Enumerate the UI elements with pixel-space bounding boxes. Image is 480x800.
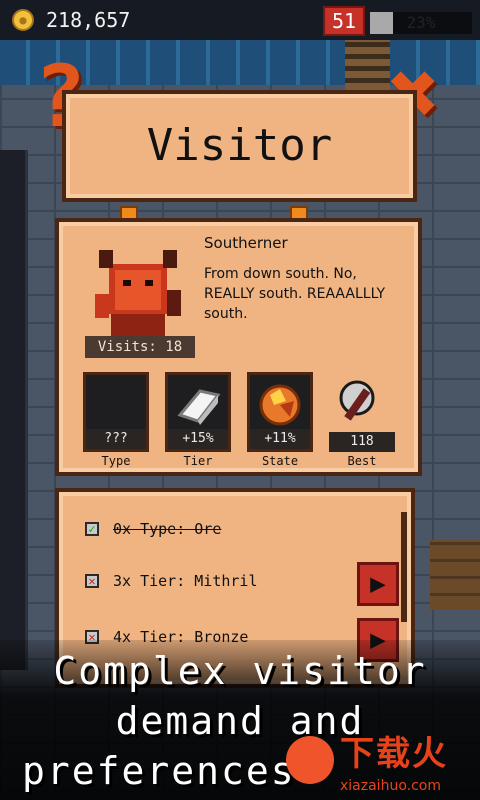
demand-text: 0x Type: Ore <box>113 520 222 538</box>
background-doorway <box>0 150 28 670</box>
stat-value: +11% <box>250 429 310 449</box>
unknown-icon <box>92 381 140 427</box>
visitor-portrait <box>89 234 187 342</box>
demand-text: 3x Tier: Mithril <box>113 572 258 590</box>
stat-label: Tier <box>183 454 213 468</box>
watermark-title: 下载火 <box>340 734 448 774</box>
gold-amount: 218,657 <box>46 8 131 32</box>
play-arrow-button[interactable]: ▶ <box>357 562 399 606</box>
stat-value: +15% <box>168 429 228 449</box>
top-hud: ● 218,657 51 23% <box>0 0 480 40</box>
stat-label: Best <box>347 454 377 468</box>
level-badge[interactable]: 51 <box>323 6 365 36</box>
stat-label: Type <box>101 454 131 468</box>
page-title: Visitor <box>146 120 333 171</box>
watermark-url: xiazaihuo.com <box>340 778 441 794</box>
caption-line: Complex visitor <box>53 649 427 693</box>
stat-tier[interactable]: +15% <box>165 372 231 452</box>
stat-type[interactable]: ??? <box>83 372 149 452</box>
demands-scrollbar[interactable] <box>401 512 407 622</box>
stat-label: State <box>261 454 299 468</box>
background-crate <box>430 540 480 610</box>
stat-state[interactable]: +11% <box>247 372 313 452</box>
cross-icon: ✕ <box>85 574 99 588</box>
check-icon: ✓ <box>85 522 99 536</box>
visitor-name: Southerner <box>204 234 288 252</box>
visitor-panel: Visits: 18 Southerner From down south. N… <box>55 218 422 476</box>
xp-percent: 23% <box>406 13 436 32</box>
stat-value: ??? <box>86 429 146 449</box>
ingot-icon <box>177 389 221 425</box>
stat-best[interactable]: 118 <box>329 372 395 452</box>
axe-icon <box>339 380 375 421</box>
gem-icon <box>259 384 301 426</box>
xp-bar[interactable]: 23% <box>370 12 472 34</box>
stat-value: 118 <box>329 432 395 452</box>
watermark: 下载火 xiazaihuo.com <box>282 732 478 800</box>
visitor-description: From down south. No, REALLY south. REAAA… <box>204 266 386 322</box>
gold-coin-icon: ● <box>12 9 34 31</box>
visits-count: Visits: 18 <box>85 336 195 358</box>
title-panel: Visitor <box>62 90 417 202</box>
flame-logo-icon <box>286 736 334 784</box>
demon-portrait-icon <box>95 250 181 336</box>
